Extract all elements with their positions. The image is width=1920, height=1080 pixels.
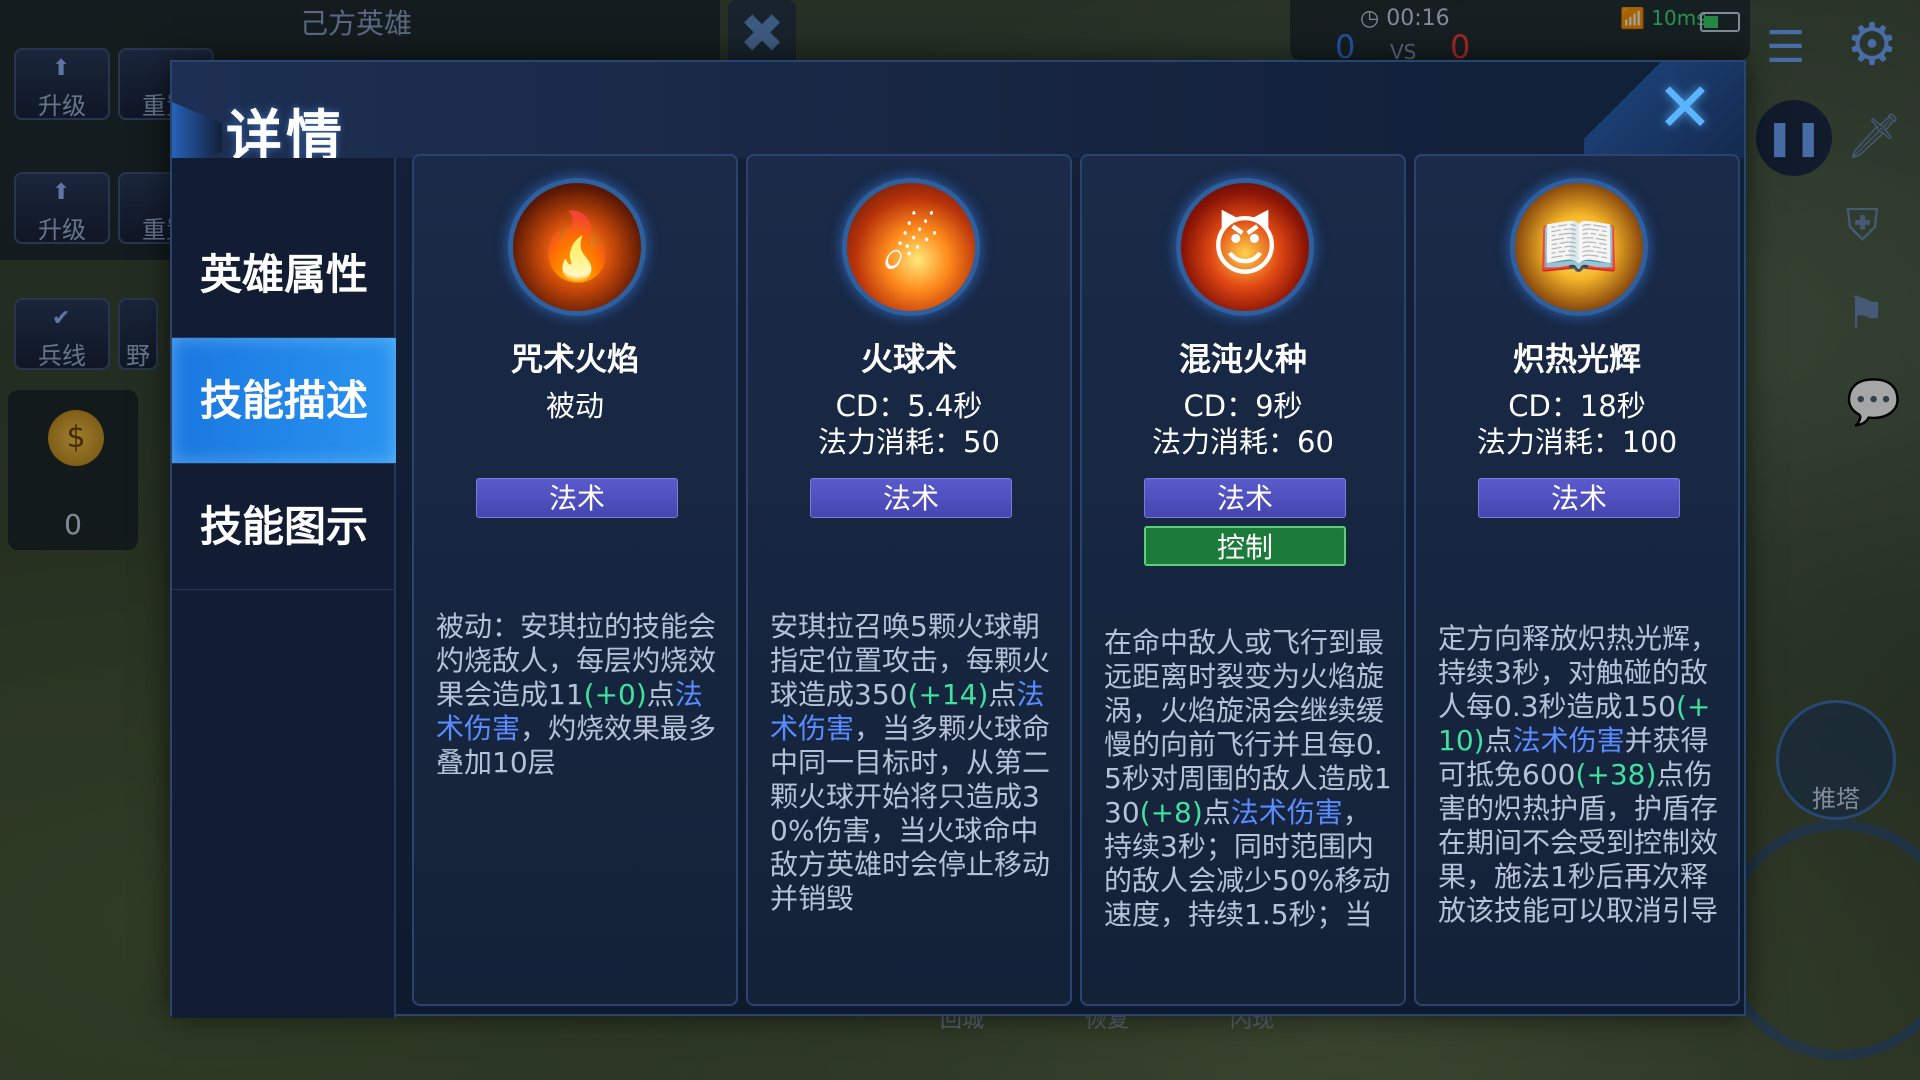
skill-name: 炽热光辉 — [1512, 340, 1641, 378]
damage-scaling: (+14) — [907, 678, 989, 711]
damage-type: 法术伤害 — [1230, 796, 1343, 829]
skill-meta: CD：5.4秒 法力消耗：50 — [748, 388, 1070, 460]
chaos-fire-seed-icon: 😈 — [1176, 178, 1314, 316]
skill-cooldown: CD：5.4秒 — [835, 389, 983, 423]
tag-magic: 法术 — [1478, 478, 1680, 518]
skill-description: 被动：安琪拉的技能会灼烧敌人，每层灼烧效果会造成11(+0)点法术伤害，灼烧效果… — [436, 610, 726, 780]
damage-scaling: (+8) — [1139, 796, 1203, 829]
description-text: 点 — [646, 678, 675, 711]
close-icon[interactable]: ✕ — [1650, 74, 1720, 144]
tag-control: 控制 — [1144, 526, 1346, 566]
skill-meta: CD：9秒 法力消耗：60 — [1082, 388, 1404, 460]
tag-magic: 法术 — [476, 478, 678, 518]
skill-description: 定方向释放炽热光辉，持续3秒，对触碰的敌人每0.3秒造成150(+10)点法术伤… — [1438, 622, 1728, 928]
skill-card-2: 😈 混沌火种 CD：9秒 法力消耗：60 法术 控制 在命中敌人或飞行到最远距离… — [1080, 154, 1406, 1006]
skill-mana-cost: 法力消耗：60 — [1152, 425, 1334, 459]
description-text: 点 — [1484, 724, 1513, 757]
blazing-radiance-icon: 📖 — [1510, 178, 1648, 316]
damage-scaling: (+38) — [1575, 758, 1657, 791]
fireball-icon: ☄ — [842, 178, 980, 316]
skill-description: 在命中敌人或飞行到最远距离时裂变为火焰旋涡，火焰旋涡会继续缓慢的向前飞行并且每0… — [1104, 626, 1394, 932]
tab-skill-illustration[interactable]: 技能图示 — [172, 464, 396, 590]
description-text: 点 — [988, 678, 1017, 711]
skill-name: 混沌火种 — [1178, 340, 1307, 378]
skill-meta-line1: 被动 — [545, 389, 604, 423]
tag-magic: 法术 — [1144, 478, 1346, 518]
skill-description: 安琪拉召唤5颗火球朝指定位置攻击，每颗火球造成350(+14)点法术伤害，当多颗… — [770, 610, 1060, 916]
skill-name: 咒术火焰 — [510, 340, 639, 378]
tab-skill-description[interactable]: 技能描述 — [172, 338, 396, 464]
skill-mana-cost: 法力消耗：100 — [1476, 425, 1678, 459]
damage-scaling: (+0) — [583, 678, 647, 711]
skill-card-3: 📖 炽热光辉 CD：18秒 法力消耗：100 法术 定方向释放炽热光辉，持续3秒… — [1414, 154, 1740, 1006]
dialog-header: 详情 ✕ — [172, 62, 1744, 172]
skill-name: 火球术 — [860, 340, 957, 378]
damage-type: 法术伤害 — [1512, 724, 1625, 757]
skill-card-1: ☄ 火球术 CD：5.4秒 法力消耗：50 法术 安琪拉召唤5颗火球朝指定位置攻… — [746, 154, 1072, 1006]
skill-cards: 🔥 咒术火焰 被动 法术 被动：安琪拉的技能会灼烧敌人，每层灼烧效果会造成11(… — [412, 154, 1740, 1006]
description-text: 点 — [1202, 796, 1231, 829]
flame-curse-icon: 🔥 — [508, 178, 646, 316]
close-button-frame: ✕ — [1584, 62, 1744, 158]
skill-meta: 被动 — [414, 388, 736, 424]
skill-meta: CD：18秒 法力消耗：100 — [1416, 388, 1738, 460]
skill-mana-cost: 法力消耗：50 — [818, 425, 1000, 459]
tag-magic: 法术 — [810, 478, 1012, 518]
dialog-sidebar: 英雄属性 技能描述 技能图示 — [172, 158, 396, 1018]
skill-card-passive: 🔥 咒术火焰 被动 法术 被动：安琪拉的技能会灼烧敌人，每层灼烧效果会造成11(… — [412, 154, 738, 1006]
skill-cooldown: CD：9秒 — [1183, 389, 1303, 423]
details-dialog: 详情 ✕ 英雄属性 技能描述 技能图示 🔥 咒术火焰 被动 法术 被动：安琪拉的… — [170, 60, 1746, 1018]
tab-hero-attributes[interactable]: 英雄属性 — [172, 212, 396, 338]
skill-cooldown: CD：18秒 — [1508, 389, 1646, 423]
